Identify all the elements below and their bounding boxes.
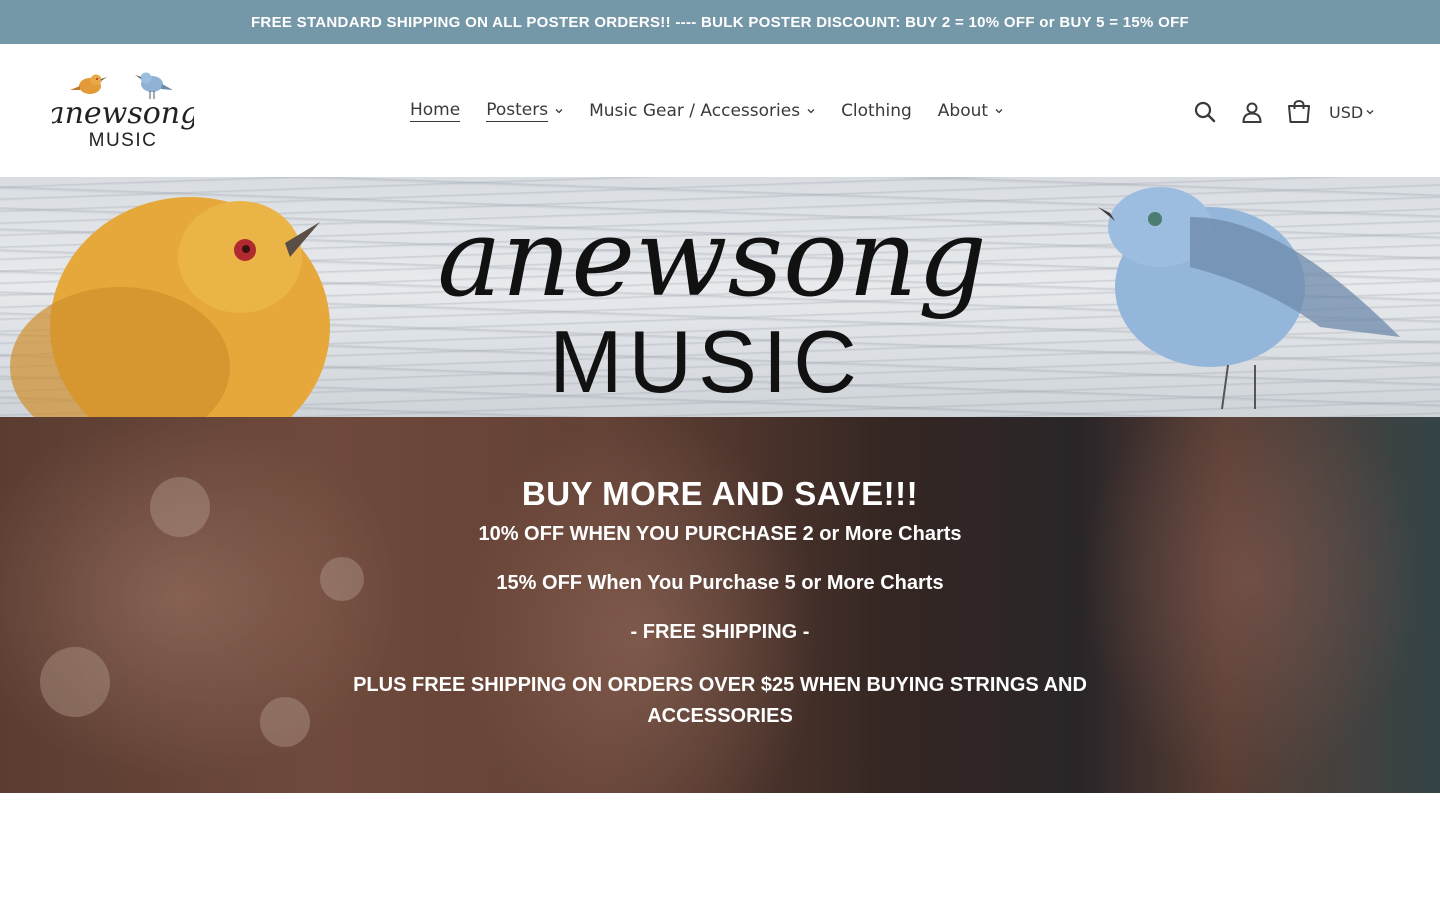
hero-line-discount-5: 15% OFF When You Purchase 5 or More Char… — [496, 572, 944, 594]
promo-hero: BUY MORE AND SAVE!!! 10% OFF WHEN YOU PU… — [0, 417, 1440, 793]
yellow-bird-illustration — [10, 197, 330, 417]
nav-clothing-label: Clothing — [841, 100, 912, 121]
nav-home-label: Home — [410, 100, 461, 122]
nav-posters[interactable]: Posters — [486, 100, 563, 122]
banner-artwork: anewsong MUSIC — [10, 187, 1400, 417]
logo-image: anewsong MUSIC — [47, 72, 199, 151]
account-icon[interactable] — [1237, 97, 1267, 127]
search-icon[interactable] — [1190, 97, 1220, 127]
svg-text:anewsong: anewsong — [52, 96, 194, 131]
brand-banner: anewsong MUSIC — [0, 177, 1440, 417]
currency-value: USD — [1329, 102, 1364, 122]
banner-caps-text: MUSIC — [549, 312, 863, 411]
cart-icon[interactable] — [1284, 97, 1314, 127]
nav-about[interactable]: About — [938, 101, 1003, 122]
chevron-down-icon — [807, 107, 815, 115]
hero-title: BUY MORE AND SAVE!!! — [521, 475, 919, 512]
nav-music-gear[interactable]: Music Gear / Accessories — [589, 101, 815, 122]
announcement-bar: FREE STANDARD SHIPPING ON ALL POSTER ORD… — [0, 0, 1440, 44]
nav-posters-label: Posters — [486, 100, 549, 122]
hero-line-free-shipping: - FREE SHIPPING - — [630, 621, 810, 643]
nav-music-gear-label: Music Gear / Accessories — [589, 100, 801, 121]
site-logo[interactable]: anewsong MUSIC — [47, 68, 199, 154]
hero-line-accessories-shipping: PLUS FREE SHIPPING ON ORDERS OVER $25 WH… — [353, 674, 1087, 727]
chevron-down-icon — [995, 107, 1003, 115]
nav-clothing[interactable]: Clothing — [841, 101, 912, 122]
nav-home[interactable]: Home — [410, 100, 461, 122]
announcement-text: FREE STANDARD SHIPPING ON ALL POSTER ORD… — [250, 13, 1190, 31]
main-nav: Home Posters Music Gear / Accessories Cl… — [410, 96, 1029, 126]
site-header: anewsong MUSIC Home Posters Music Gear /… — [0, 44, 1440, 177]
nav-about-label: About — [937, 100, 989, 121]
hero-content: BUY MORE AND SAVE!!! 10% OFF WHEN YOU PU… — [0, 475, 1440, 732]
chevron-down-icon — [555, 107, 563, 115]
svg-text:MUSIC: MUSIC — [89, 130, 158, 151]
banner-script-text: anewsong — [437, 196, 986, 321]
chevron-down-icon — [1366, 108, 1374, 116]
blue-bird-illustration — [1098, 187, 1400, 410]
header-actions: USD — [1190, 96, 1374, 128]
hero-line-discount-2: 10% OFF WHEN YOU PURCHASE 2 or More Char… — [478, 523, 962, 545]
currency-selector[interactable]: USD — [1329, 103, 1374, 122]
